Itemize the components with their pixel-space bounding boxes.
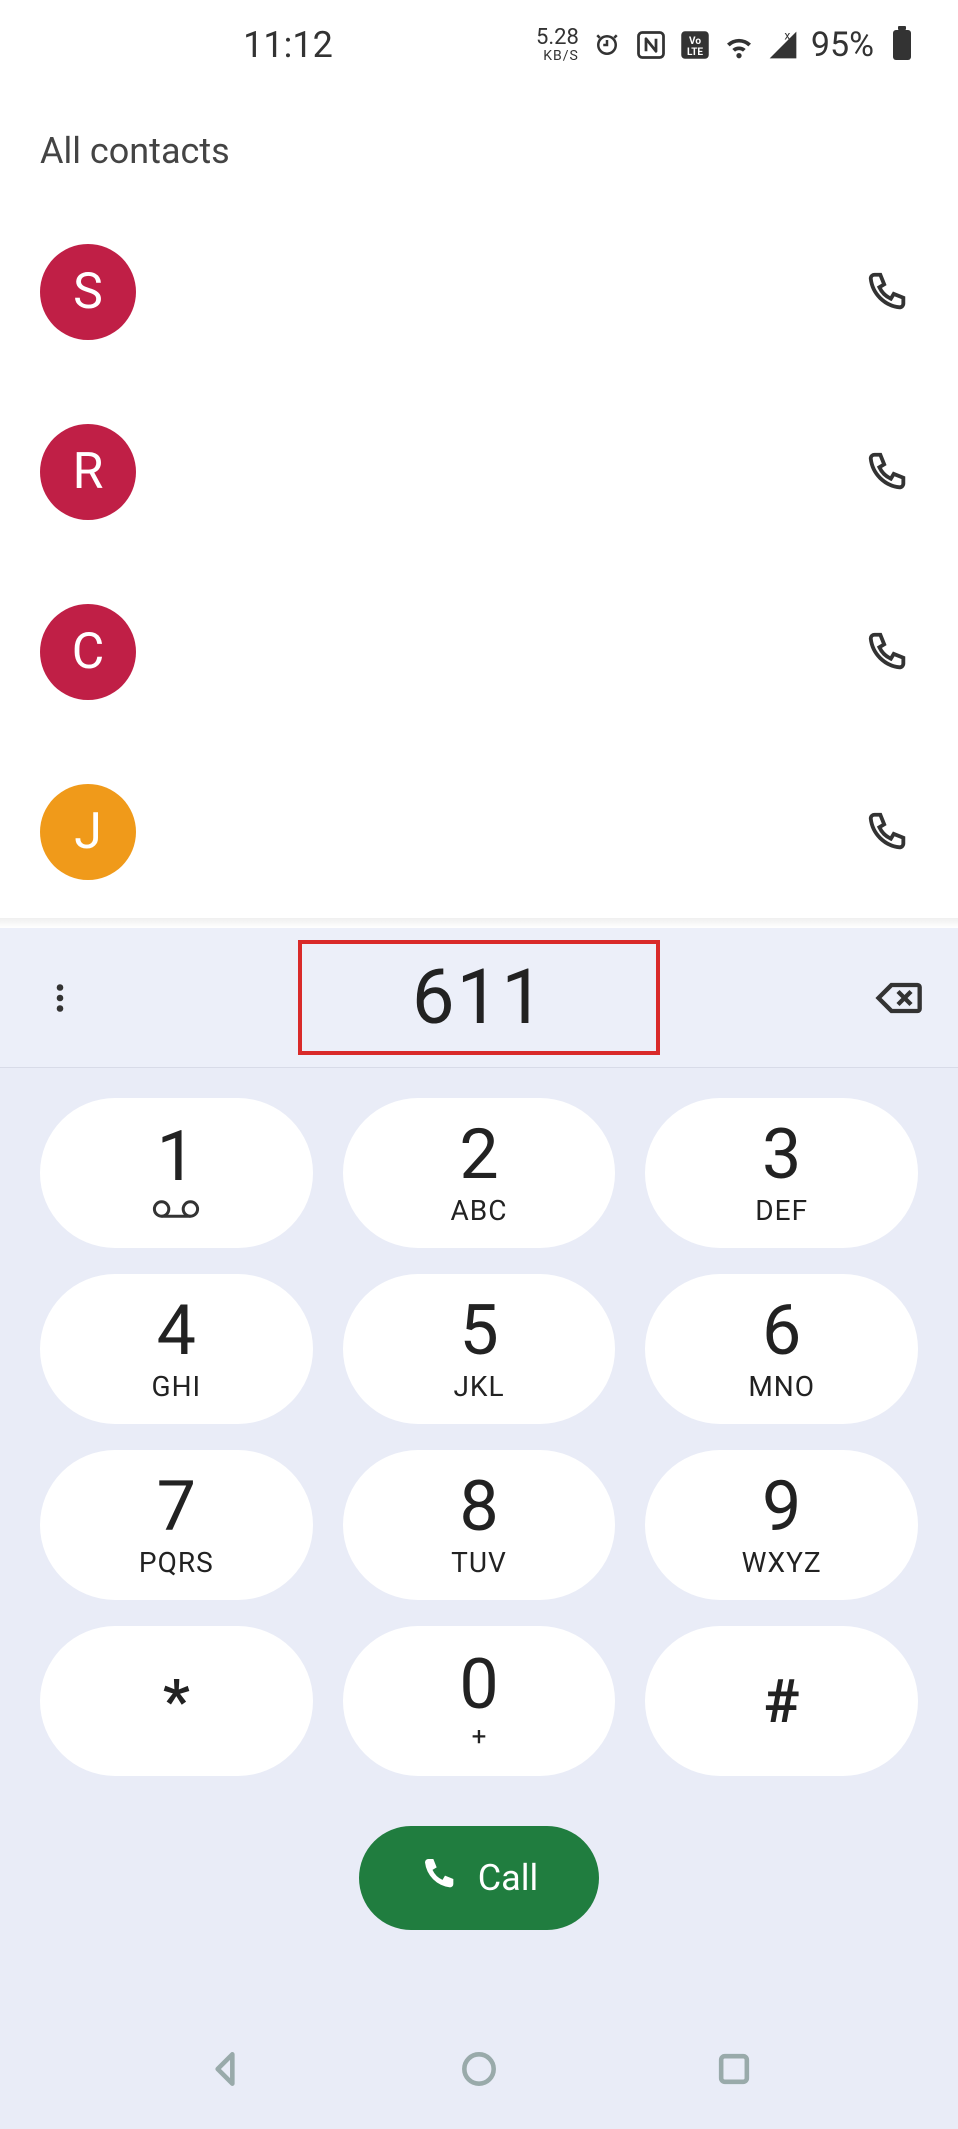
- avatar: R: [40, 424, 136, 520]
- nfc-icon: [635, 29, 667, 61]
- contact-row[interactable]: R: [0, 382, 958, 562]
- call-contact-button[interactable]: [858, 262, 918, 322]
- keypad: 1 2 ABC 3 DEF 4 GHI 5 JKL: [0, 1068, 958, 1812]
- wifi-icon: [723, 29, 755, 61]
- section-title-all-contacts: All contacts: [0, 90, 958, 202]
- contact-list: S R C J: [0, 202, 958, 922]
- battery-percentage: 95%: [811, 25, 874, 65]
- dialer-menu-button[interactable]: [0, 980, 120, 1016]
- keypad-6[interactable]: 6 MNO: [645, 1274, 918, 1424]
- battery-icon: [886, 29, 918, 61]
- nav-back-button[interactable]: [195, 2039, 255, 2099]
- voicemail-icon: [152, 1198, 200, 1224]
- keypad-3[interactable]: 3 DEF: [645, 1098, 918, 1248]
- contact-row[interactable]: J: [0, 742, 958, 922]
- avatar: C: [40, 604, 136, 700]
- avatar: S: [40, 244, 136, 340]
- svg-text:LTE: LTE: [687, 47, 703, 58]
- call-contact-button[interactable]: [858, 442, 918, 502]
- nav-home-button[interactable]: [449, 2039, 509, 2099]
- keypad-2[interactable]: 2 ABC: [343, 1098, 616, 1248]
- status-time: 11:12: [243, 24, 333, 66]
- status-bar: 11:12 5.28 KB/S VoLTE x 95%: [0, 0, 958, 90]
- call-button-label: Call: [478, 1857, 539, 1899]
- keypad-star[interactable]: *: [40, 1626, 313, 1776]
- signal-icon: x: [767, 29, 799, 61]
- svg-text:Vo: Vo: [689, 36, 701, 47]
- dialed-number-display[interactable]: 611: [120, 940, 838, 1054]
- nav-recents-button[interactable]: [704, 2039, 764, 2099]
- keypad-9[interactable]: 9 WXYZ: [645, 1450, 918, 1600]
- keypad-0[interactable]: 0 +: [343, 1626, 616, 1776]
- avatar: J: [40, 784, 136, 880]
- keypad-hash[interactable]: #: [645, 1626, 918, 1776]
- backspace-button[interactable]: [838, 972, 958, 1024]
- alarm-icon: [591, 29, 623, 61]
- status-network-speed: 5.28 KB/S: [536, 27, 579, 63]
- call-button[interactable]: Call: [359, 1826, 599, 1930]
- keypad-4[interactable]: 4 GHI: [40, 1274, 313, 1424]
- keypad-5[interactable]: 5 JKL: [343, 1274, 616, 1424]
- dialed-number-highlight: 611: [298, 940, 660, 1054]
- phone-icon: [420, 1854, 460, 1903]
- svg-text:x: x: [784, 29, 790, 43]
- call-contact-button[interactable]: [858, 802, 918, 862]
- keypad-7[interactable]: 7 PQRS: [40, 1450, 313, 1600]
- keypad-8[interactable]: 8 TUV: [343, 1450, 616, 1600]
- volte-icon: VoLTE: [679, 29, 711, 61]
- call-contact-button[interactable]: [858, 622, 918, 682]
- keypad-1[interactable]: 1: [40, 1098, 313, 1248]
- system-nav-bar: [0, 2009, 958, 2129]
- dialer-panel: 611 1 2 ABC 3 DEF 4: [0, 928, 958, 2129]
- contact-row[interactable]: S: [0, 202, 958, 382]
- contact-row[interactable]: C: [0, 562, 958, 742]
